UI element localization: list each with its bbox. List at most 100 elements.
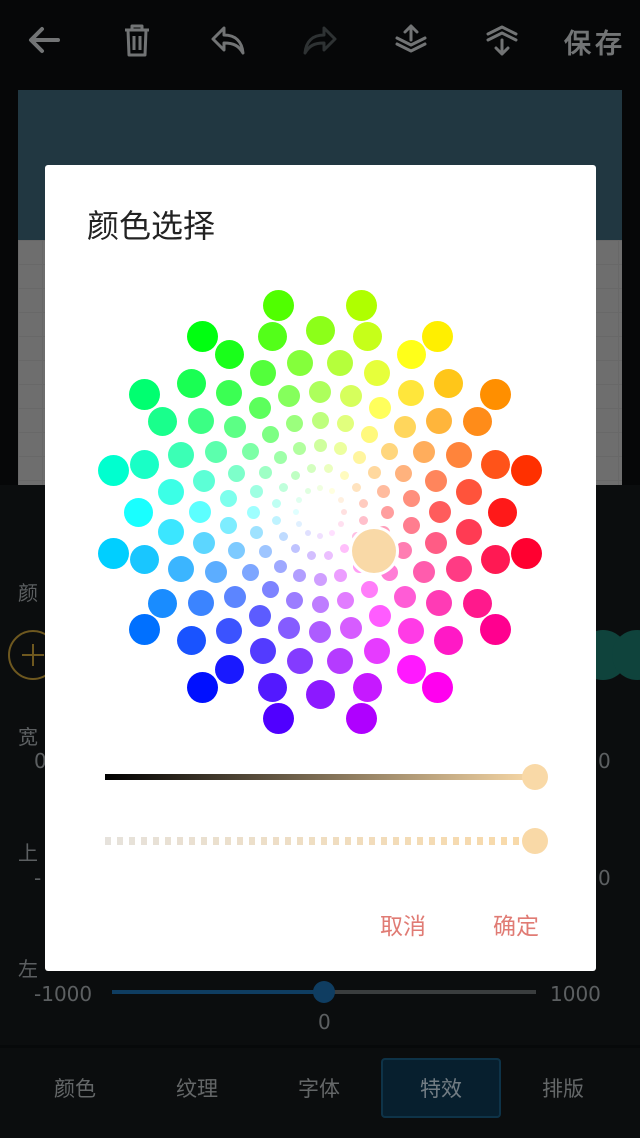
color-swatch-dot[interactable] [123, 497, 153, 527]
brightness-slider-knob[interactable] [522, 764, 548, 790]
color-swatch-dot[interactable] [445, 441, 472, 468]
color-wheel[interactable] [45, 165, 596, 765]
color-swatch-dot[interactable] [317, 533, 323, 539]
color-swatch-dot[interactable] [272, 516, 282, 526]
color-swatch-dot[interactable] [305, 315, 335, 345]
color-swatch-dot[interactable] [358, 516, 368, 526]
color-swatch-dot[interactable] [402, 490, 420, 508]
color-swatch-dot[interactable] [227, 541, 245, 559]
color-swatch-dot[interactable] [97, 455, 129, 487]
color-swatch-dot[interactable] [393, 416, 416, 439]
color-swatch-dot[interactable] [187, 321, 219, 353]
color-swatch-dot[interactable] [352, 451, 366, 465]
color-swatch-dot[interactable] [305, 529, 311, 536]
color-swatch-dot[interactable] [246, 505, 260, 519]
color-swatch-dot[interactable] [412, 561, 435, 583]
color-swatch-dot[interactable] [176, 368, 206, 398]
color-swatch-dot[interactable] [214, 655, 244, 685]
color-swatch-dot[interactable] [309, 381, 331, 403]
color-swatch-dot[interactable] [334, 441, 348, 455]
color-swatch-dot[interactable] [361, 426, 379, 444]
color-swatch-dot[interactable] [334, 569, 348, 583]
color-swatch-dot[interactable] [287, 647, 314, 674]
color-swatch-dot[interactable] [339, 544, 349, 554]
color-swatch-dot[interactable] [395, 465, 413, 483]
color-swatch-dot[interactable] [274, 559, 288, 573]
color-swatch-dot[interactable] [337, 415, 355, 433]
color-swatch-dot[interactable] [421, 321, 453, 353]
color-swatch-dot[interactable] [412, 441, 435, 463]
color-swatch-dot[interactable] [393, 585, 416, 608]
color-swatch-dot[interactable] [272, 498, 282, 508]
color-swatch-dot[interactable] [381, 443, 399, 461]
color-swatch-dot[interactable] [309, 621, 331, 643]
color-swatch-dot[interactable] [278, 531, 288, 541]
color-swatch-dot[interactable] [277, 616, 300, 639]
color-swatch-dot[interactable] [313, 505, 327, 519]
color-swatch-dot[interactable] [429, 501, 451, 523]
color-swatch-dot[interactable] [426, 590, 452, 617]
color-swatch-dot[interactable] [187, 407, 214, 434]
confirm-button[interactable]: 确定 [493, 907, 539, 941]
color-swatch-dot[interactable] [421, 671, 453, 703]
color-swatch-dot[interactable] [352, 483, 362, 493]
color-swatch-dot[interactable] [317, 485, 323, 491]
color-swatch-dot[interactable] [274, 451, 288, 465]
color-swatch-dot[interactable] [361, 580, 379, 598]
color-swatch-dot[interactable] [311, 595, 329, 613]
color-swatch-dot[interactable] [324, 464, 334, 474]
color-swatch-dot[interactable] [261, 426, 279, 444]
color-swatch-dot[interactable] [511, 455, 543, 487]
color-swatch-dot[interactable] [345, 703, 377, 735]
color-swatch-dot[interactable] [487, 497, 517, 527]
color-swatch-dot[interactable] [479, 613, 511, 645]
color-swatch-dot[interactable] [176, 626, 206, 656]
color-swatch-dot[interactable] [337, 521, 344, 527]
color-swatch-dot[interactable] [193, 532, 216, 555]
color-swatch-dot[interactable] [326, 350, 353, 377]
color-swatch-dot[interactable] [258, 673, 288, 703]
color-swatch-dot[interactable] [340, 385, 363, 408]
color-swatch-dot[interactable] [187, 671, 219, 703]
color-swatch-dot[interactable] [193, 469, 216, 492]
color-swatch-dot[interactable] [324, 550, 334, 560]
color-swatch-dot[interactable] [249, 484, 263, 498]
color-swatch-dot[interactable] [424, 532, 447, 555]
color-swatch-dot[interactable] [293, 509, 299, 515]
color-swatch-dot[interactable] [396, 655, 426, 685]
color-swatch-dot[interactable] [396, 339, 426, 369]
color-swatch-dot[interactable] [215, 618, 242, 644]
color-swatch-dot[interactable] [380, 505, 394, 519]
selected-color-indicator[interactable] [352, 529, 396, 573]
color-swatch-dot[interactable] [463, 588, 493, 618]
color-swatch-dot[interactable] [259, 466, 273, 480]
color-swatch-dot[interactable] [326, 647, 353, 674]
opacity-slider-knob[interactable] [522, 828, 548, 854]
color-swatch-dot[interactable] [205, 441, 228, 463]
color-swatch-dot[interactable] [158, 479, 185, 506]
color-swatch-dot[interactable] [398, 379, 425, 406]
color-swatch-dot[interactable] [285, 415, 303, 433]
color-swatch-dot[interactable] [258, 321, 288, 351]
color-swatch-dot[interactable] [287, 350, 314, 377]
color-swatch-dot[interactable] [337, 591, 355, 609]
color-swatch-dot[interactable] [205, 561, 228, 583]
brightness-slider[interactable] [105, 774, 535, 780]
color-swatch-dot[interactable] [224, 585, 247, 608]
color-swatch-dot[interactable] [215, 379, 242, 406]
cancel-button[interactable]: 取消 [380, 907, 426, 941]
color-swatch-dot[interactable] [369, 604, 391, 627]
color-swatch-dot[interactable] [367, 466, 381, 480]
color-swatch-dot[interactable] [277, 385, 300, 408]
color-swatch-dot[interactable] [220, 516, 238, 534]
color-swatch-dot[interactable] [296, 497, 303, 503]
color-swatch-dot[interactable] [97, 537, 129, 569]
color-swatch-dot[interactable] [306, 464, 316, 474]
color-swatch-dot[interactable] [129, 544, 159, 574]
color-swatch-dot[interactable] [402, 516, 420, 534]
color-swatch-dot[interactable] [455, 479, 482, 506]
color-swatch-dot[interactable] [241, 563, 259, 581]
color-swatch-dot[interactable] [263, 289, 295, 321]
color-swatch-dot[interactable] [187, 590, 214, 617]
color-swatch-dot[interactable] [227, 465, 245, 483]
